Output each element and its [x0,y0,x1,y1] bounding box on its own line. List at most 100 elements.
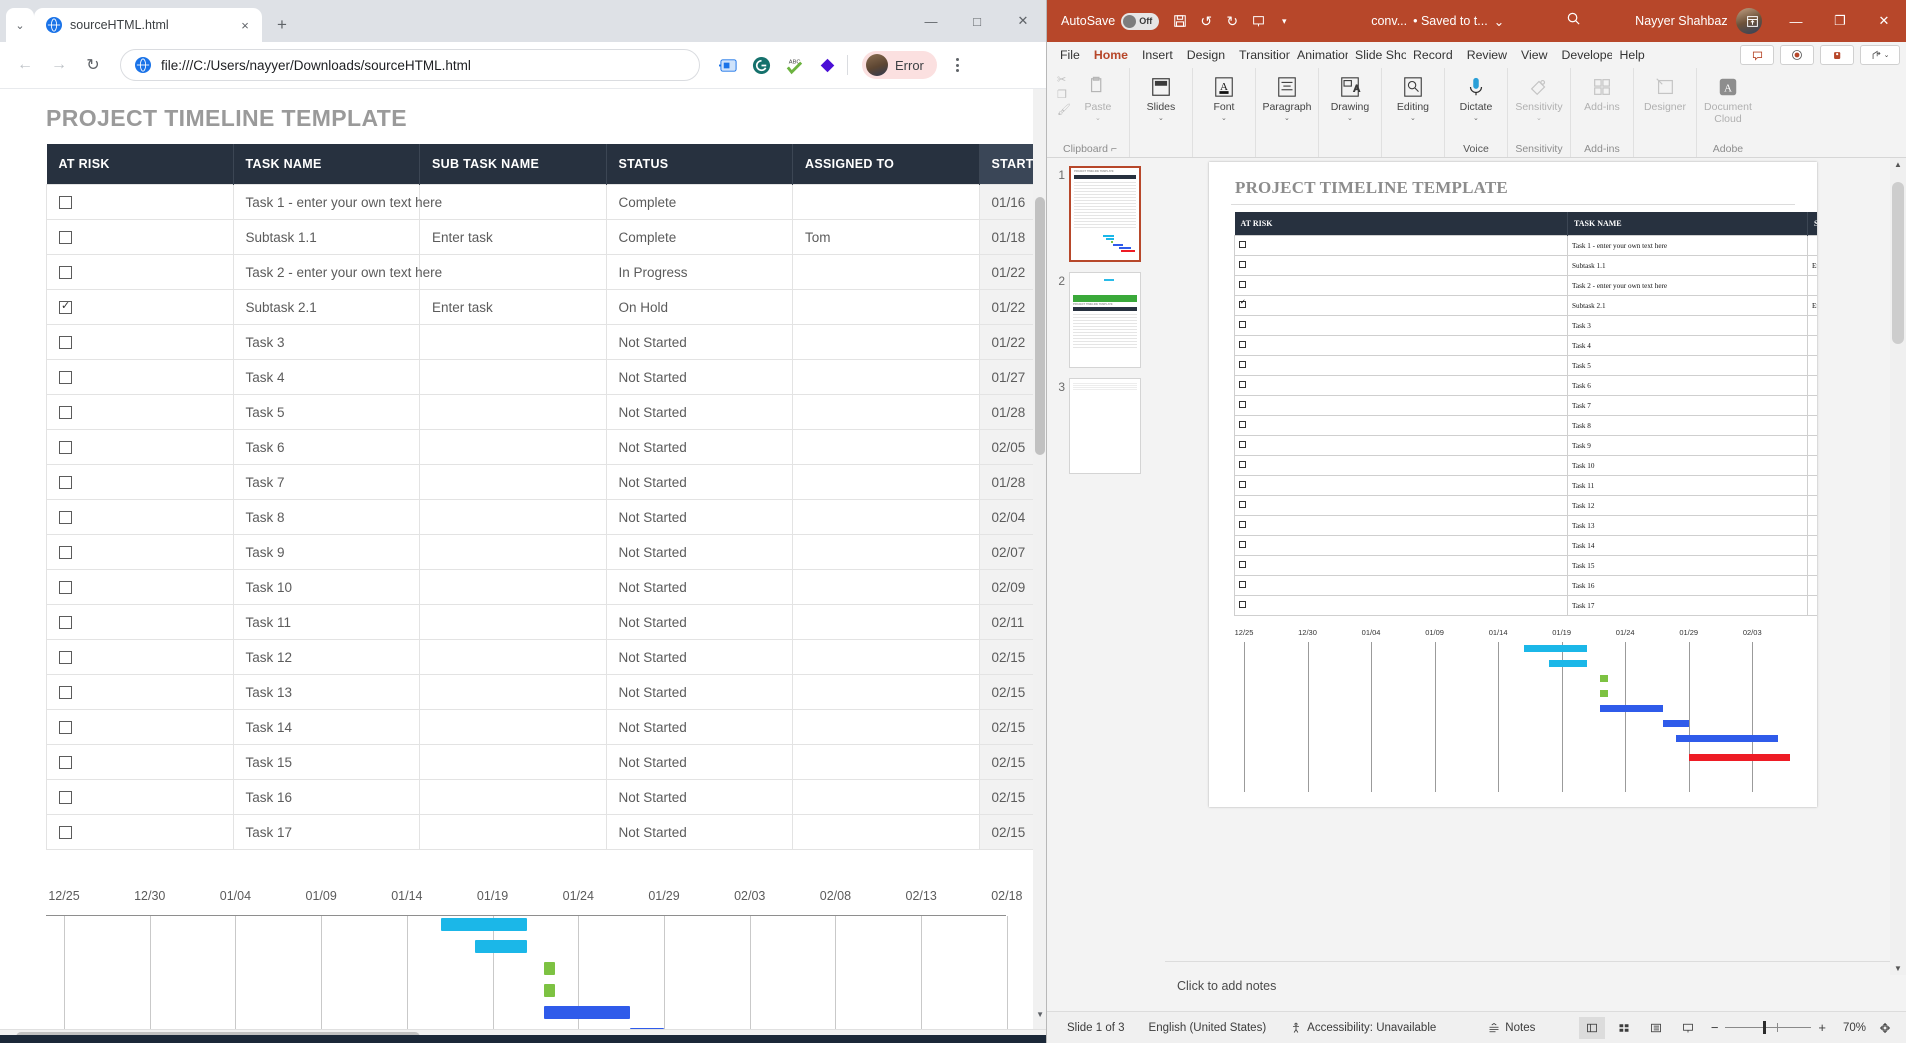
file-name-control[interactable]: conv... • Saved to t... ⌄ [1371,14,1504,29]
tab-design[interactable]: Design [1180,45,1232,65]
zoom-handle[interactable] [1763,1021,1766,1034]
ribbon-button-slides[interactable]: Slides⌄ [1136,71,1186,122]
checkbox-icon[interactable] [59,476,72,489]
diamond-extension-icon[interactable] [817,55,837,75]
chevron-down-icon[interactable]: ⌄ [1158,115,1164,122]
fit-to-window-icon[interactable] [1872,1017,1898,1039]
at-risk-cell[interactable] [47,605,234,640]
tab-slide-sho[interactable]: Slide Sho [1348,45,1406,65]
close-button[interactable]: ✕ [1000,0,1046,42]
chevron-down-icon[interactable]: ⌄ [1095,115,1101,122]
record-icon[interactable] [1780,45,1814,65]
spellcheck-icon[interactable]: ABC [784,55,804,75]
close-icon[interactable]: × [236,16,254,34]
restore-button[interactable]: ❐ [1818,0,1862,42]
checkbox-icon[interactable] [59,406,72,419]
at-risk-cell[interactable] [47,500,234,535]
tab-home[interactable]: Home [1087,45,1135,65]
chevron-down-icon[interactable]: ⌄ [1494,14,1504,29]
checkbox-icon[interactable] [59,546,72,559]
ribbon-display-icon[interactable] [1730,0,1774,42]
kebab-menu-icon[interactable] [945,58,971,72]
normal-view-icon[interactable] [1579,1017,1605,1039]
page-vertical-scrollbar[interactable]: ▼ [1033,89,1047,1043]
search-icon[interactable] [1566,11,1581,31]
address-bar[interactable]: file:///C:/Users/nayyer/Downloads/source… [120,49,700,81]
slide-thumbnail[interactable]: PROJECT TIMELINE TEMPLATE [1069,166,1141,262]
checkbox-icon[interactable] [59,441,72,454]
table-row[interactable]: Task 2 - enter your own text hereIn Prog… [47,255,1048,290]
scrollbar-thumb[interactable] [1892,182,1904,344]
tab-insert[interactable]: Insert [1135,45,1180,65]
table-row[interactable]: Task 17Not Started02/15 [47,815,1048,850]
reading-list-icon[interactable] [718,55,738,75]
zoom-track[interactable] [1725,1027,1811,1029]
table-row[interactable]: Task 5Not Started01/28 [47,395,1048,430]
tab-view[interactable]: View [1514,45,1554,65]
autosave-toggle[interactable]: Off [1121,13,1159,30]
back-button[interactable]: ← [10,50,40,80]
table-row[interactable]: Task 16Not Started02/15 [47,780,1048,815]
reading-view-icon[interactable] [1643,1017,1669,1039]
zoom-in-button[interactable]: + [1818,1020,1826,1035]
tab-help[interactable]: Help [1612,45,1651,65]
checkbox-icon[interactable] [59,756,72,769]
at-risk-cell[interactable] [47,185,234,220]
slide-vertical-scrollbar[interactable]: ▲ ▼ [1890,158,1906,975]
undo-icon[interactable]: ↺ [1193,7,1219,35]
table-row[interactable]: Task 14Not Started02/15 [47,710,1048,745]
checkbox-icon[interactable] [59,791,72,804]
browser-tab[interactable]: sourceHTML.html × [34,8,262,42]
at-risk-cell[interactable] [47,780,234,815]
slide-thumbnail-item[interactable]: 2PROJECT TIMELINE TEMPLATE [1047,272,1165,378]
at-risk-cell[interactable] [47,395,234,430]
table-row[interactable]: Task 13Not Started02/15 [47,675,1048,710]
notes-pane[interactable]: Click to add notes [1165,961,1890,1009]
forward-button[interactable]: → [44,50,74,80]
scrollbar-thumb[interactable] [1035,197,1045,455]
checkbox-icon[interactable] [59,336,72,349]
present-in-teams-icon[interactable] [1820,45,1854,65]
accessibility-status[interactable]: Accessibility: Unavailable [1278,1022,1448,1034]
table-row[interactable]: Task 1 - enter your own text hereComplet… [47,185,1048,220]
tab-file[interactable]: File [1053,45,1087,65]
at-risk-cell[interactable] [47,360,234,395]
at-risk-cell[interactable] [47,255,234,290]
table-row[interactable]: Subtask 1.1Enter taskCompleteTom01/18 [47,220,1048,255]
redo-icon[interactable]: ↻ [1219,7,1245,35]
at-risk-cell[interactable] [47,325,234,360]
checkbox-icon[interactable] [59,266,72,279]
customize-qat-icon[interactable]: ▾ [1271,7,1297,35]
checkbox-icon[interactable] [59,196,72,209]
ribbon-button-editing[interactable]: Editing⌄ [1388,71,1438,122]
share-icon[interactable]: ⌄ [1860,45,1900,65]
chevron-down-icon[interactable]: ⌄ [1536,115,1542,122]
at-risk-cell[interactable] [47,220,234,255]
zoom-slider[interactable]: − + [1711,1020,1826,1035]
tab-search-chevron-icon[interactable]: ⌄ [6,8,34,42]
checkbox-icon[interactable] [59,371,72,384]
checkbox-icon[interactable] [59,651,72,664]
new-tab-button[interactable]: + [268,11,296,39]
at-risk-cell[interactable] [47,640,234,675]
table-row[interactable]: Subtask 2.1Enter taskOn Hold01/22 [47,290,1048,325]
at-risk-cell[interactable] [47,815,234,850]
slide-counter[interactable]: Slide 1 of 3 [1055,1022,1137,1034]
ribbon-button-paragraph[interactable]: Paragraph⌄ [1262,71,1312,122]
at-risk-cell[interactable] [47,290,234,325]
table-row[interactable]: Task 4Not Started01/27 [47,360,1048,395]
slide-thumbnail[interactable]: PROJECT TIMELINE TEMPLATE [1069,272,1141,368]
slide-thumbnail-item[interactable]: 1PROJECT TIMELINE TEMPLATE [1047,166,1165,272]
tab-review[interactable]: Review [1460,45,1514,65]
tab-transition[interactable]: Transition [1232,45,1290,65]
close-button[interactable]: ✕ [1862,0,1906,42]
at-risk-cell[interactable] [47,675,234,710]
slide-thumbnail[interactable] [1069,378,1141,474]
profile-button[interactable]: Error [862,51,937,79]
checkbox-icon[interactable] [59,231,72,244]
chevron-down-icon[interactable]: ⌄ [1473,115,1479,122]
at-risk-cell[interactable] [47,570,234,605]
reload-button[interactable]: ↻ [78,50,108,80]
table-row[interactable]: Task 7Not Started01/28 [47,465,1048,500]
ribbon-button-font[interactable]: AFont⌄ [1199,71,1249,122]
